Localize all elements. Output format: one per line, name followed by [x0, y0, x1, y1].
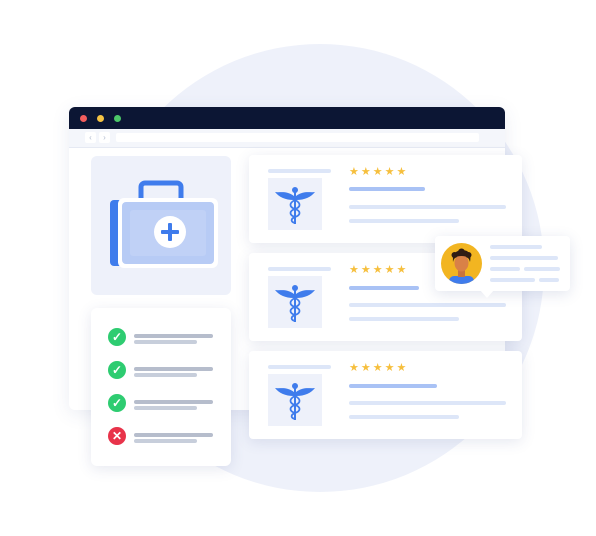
checklist-item: ✓: [108, 328, 218, 346]
review-thumbnail: [268, 374, 322, 426]
checklist-line: [134, 433, 213, 437]
caduceus-icon: [275, 187, 315, 224]
back-button[interactable]: ‹: [85, 132, 96, 143]
medical-kit-card: [91, 156, 231, 295]
checklist-line: [134, 367, 213, 371]
user-avatar: [441, 243, 482, 284]
review-title-line: [349, 286, 419, 290]
review-text-line: [349, 317, 459, 321]
checklist-item: ✓: [108, 361, 218, 379]
thumb-caption-line: [268, 169, 331, 173]
rating-stars: ★★★★★: [349, 166, 409, 178]
review-text-line: [349, 219, 459, 223]
comment-bubble[interactable]: [435, 236, 570, 298]
doctor-review-card[interactable]: ★★★★★: [249, 351, 522, 439]
checklist-item: ✕: [108, 427, 218, 445]
checklist-line: [134, 439, 197, 443]
check-icon: ✓: [108, 394, 126, 412]
comment-line: [539, 278, 559, 282]
review-title-line: [349, 187, 425, 191]
caduceus-icon: [275, 383, 315, 420]
review-text-line: [349, 401, 506, 405]
address-bar[interactable]: [116, 133, 479, 142]
review-thumbnail: [268, 178, 322, 230]
doctor-review-card[interactable]: ★★★★★: [249, 155, 522, 243]
maximize-window-dot[interactable]: [114, 115, 121, 122]
comment-line: [490, 267, 520, 271]
rating-stars: ★★★★★: [349, 264, 409, 276]
checklist-line: [134, 373, 197, 377]
checklist-item: ✓: [108, 394, 218, 412]
comment-line: [490, 245, 542, 249]
minimize-window-dot[interactable]: [97, 115, 104, 122]
error-icon: ✕: [108, 427, 126, 445]
checklist-line: [134, 406, 197, 410]
comment-line: [524, 267, 560, 271]
checklist-line: [134, 334, 213, 338]
thumb-caption-line: [268, 365, 331, 369]
check-icon: ✓: [108, 361, 126, 379]
comment-line: [490, 278, 535, 282]
review-text-line: [349, 303, 506, 307]
review-text-line: [349, 415, 459, 419]
browser-titlebar: [69, 107, 505, 129]
review-title-line: [349, 384, 437, 388]
checklist-line: [134, 400, 213, 404]
caduceus-icon: [275, 285, 315, 322]
comment-tail: [480, 290, 494, 298]
browser-toolbar: ‹ ›: [69, 129, 505, 148]
checklist-line: [134, 340, 197, 344]
review-thumbnail: [268, 276, 322, 328]
rating-stars: ★★★★★: [349, 362, 409, 374]
checklist-card: ✓ ✓ ✓ ✕: [91, 308, 231, 466]
thumb-caption-line: [268, 267, 331, 271]
comment-line: [490, 256, 558, 260]
forward-button[interactable]: ›: [99, 132, 110, 143]
close-window-dot[interactable]: [80, 115, 87, 122]
check-icon: ✓: [108, 328, 126, 346]
person-icon: [449, 248, 474, 284]
review-text-line: [349, 205, 506, 209]
medical-kit-icon: [110, 180, 218, 268]
